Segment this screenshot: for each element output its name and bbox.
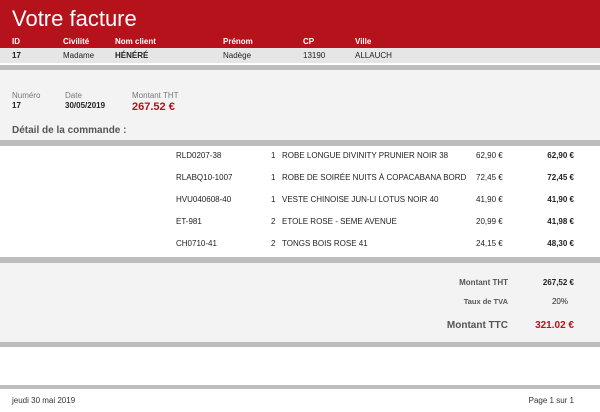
header-prenom: Prénom — [223, 37, 253, 46]
client-id: 17 — [12, 51, 21, 60]
total-ttc-value: 321.02 € — [535, 320, 574, 331]
client-nom: HÉNÉRÉ — [115, 51, 149, 60]
footer-separator-bar — [0, 385, 600, 389]
totals-box: Montant THT 267,52 € Taux de TVA 20% Mon… — [0, 263, 600, 342]
montant-tht-label: Montant THT — [132, 91, 179, 100]
line-qty: 1 — [271, 151, 276, 160]
line-qty: 1 — [271, 195, 276, 204]
tva-label: Taux de TVA — [463, 297, 508, 306]
line-designation: VESTE CHINOISE JUN-LI LOTUS NOIR 40 — [282, 195, 439, 204]
line-unit-price: 24,15 € — [476, 239, 503, 248]
line-unit-price: 62,90 € — [476, 151, 503, 160]
tva-value: 20% — [551, 297, 568, 306]
line-unit-price: 20,99 € — [476, 217, 503, 226]
client-prenom: Nadège — [223, 51, 252, 60]
line-total: 72,45 € — [547, 173, 574, 182]
numero-label: Numéro — [12, 91, 41, 100]
line-unit-price: 41,90 € — [476, 195, 503, 204]
line-total: 41,98 € — [547, 217, 574, 226]
total-tht-label: Montant THT — [459, 278, 508, 287]
line-designation: ETOLE ROSE - SEME AVENUE — [282, 217, 397, 226]
header-civilite: Civilité — [63, 37, 90, 46]
line-qty: 1 — [271, 173, 276, 182]
line-designation: ROBE DE SOIRÉE NUITS À COPACABANA BORD — [282, 173, 467, 182]
client-cp: 13190 — [303, 51, 326, 60]
date-value: 30/05/2019 — [65, 101, 106, 110]
detail-title: Détail de la commande : — [12, 125, 127, 136]
separator-bar — [0, 342, 600, 347]
line-total: 62,90 € — [547, 151, 574, 160]
numero-value: 17 — [12, 101, 21, 110]
header-cp: CP — [303, 37, 315, 46]
line-unit-price: 72,45 € — [476, 173, 503, 182]
line-ref: ET-981 — [176, 217, 202, 226]
total-ttc-label: Montant TTC — [446, 320, 508, 331]
header-nom-client: Nom client — [115, 37, 156, 46]
client-ville: ALLAUCH — [355, 51, 392, 60]
line-ref: CH0710-41 — [176, 239, 217, 248]
total-tht-value: 267,52 € — [542, 278, 574, 287]
order-lines: RLD0207-38 1 ROBE LONGUE DIVINITY PRUNIE… — [0, 146, 600, 258]
montant-tht-value: 267.52 € — [132, 101, 175, 113]
footer-page-number: Page 1 sur 1 — [528, 396, 574, 405]
header-ville: Ville — [355, 37, 372, 46]
line-ref: RLABQ10-1007 — [176, 173, 233, 182]
invoice-header: Votre facture ID Civilité Nom client Pré… — [0, 0, 600, 48]
line-ref: HVU040608-40 — [176, 195, 232, 204]
client-civilite: Madame — [63, 51, 95, 60]
line-total: 41,90 € — [547, 195, 574, 204]
client-row: 17 Madame HÉNÉRÉ Nadège 13190 ALLAUCH — [0, 48, 600, 63]
line-designation: ROBE LONGUE DIVINITY PRUNIER NOIR 38 — [282, 151, 449, 160]
line-ref: RLD0207-38 — [176, 151, 222, 160]
footer-date: jeudi 30 mai 2019 — [12, 396, 76, 405]
date-label: Date — [65, 91, 82, 100]
line-qty: 2 — [271, 239, 276, 248]
line-total: 48,30 € — [547, 239, 574, 248]
line-designation: TONGS BOIS ROSE 41 — [282, 239, 368, 248]
invoice-title: Votre facture — [12, 6, 137, 31]
line-qty: 2 — [271, 217, 276, 226]
header-id: ID — [12, 37, 20, 46]
